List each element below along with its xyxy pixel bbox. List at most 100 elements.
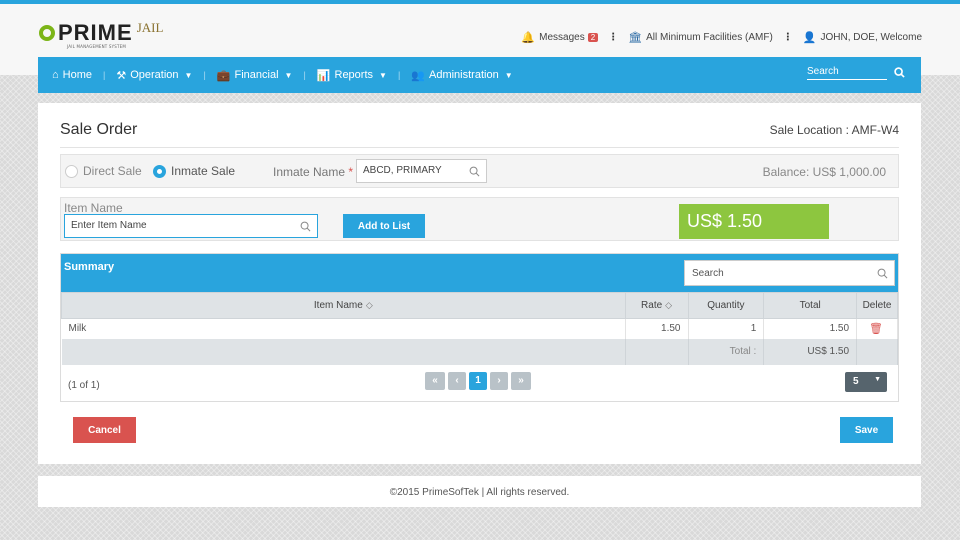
item-name-label: Item Name <box>64 201 123 215</box>
chevron-down-icon: ▼ <box>284 70 293 80</box>
home-icon: ⌂ <box>52 69 59 81</box>
nav-search-input[interactable]: Search <box>807 66 887 80</box>
add-to-list-button[interactable]: Add to List <box>343 214 425 238</box>
column-header-total: Total <box>763 292 858 319</box>
radio-direct-sale[interactable]: Direct Sale <box>65 164 142 178</box>
page-size-select[interactable]: 5 ▼ <box>845 371 887 392</box>
search-icon[interactable] <box>469 166 480 177</box>
column-header-label: Rate <box>641 300 663 311</box>
radio-button[interactable] <box>65 164 78 178</box>
summary-search-placeholder: Search <box>692 268 724 279</box>
user-welcome[interactable]: JOHN, DOE, Welcome <box>821 32 923 43</box>
summary-search-input[interactable]: Search <box>684 260 895 286</box>
menu-separator: ⋮ <box>608 32 619 43</box>
page-info: (1 of 1) <box>68 379 100 391</box>
summary-header: Summary Search <box>61 254 898 292</box>
cell-item-name: Milk <box>61 318 626 339</box>
briefcase-icon: 💼 <box>216 69 231 82</box>
sale-location: Sale Location : AMF-W4 <box>769 123 899 137</box>
total-value: US$ 1.50 <box>763 338 858 365</box>
nav-operation-label: Operation <box>130 69 179 81</box>
messages-link[interactable]: Messages <box>539 32 585 43</box>
column-header-label: Item Name <box>313 300 363 311</box>
logo-ring-icon <box>39 25 55 41</box>
logo-prime-text: PRIME <box>58 20 133 45</box>
balance-text: Balance: US$ 1,000.00 <box>762 165 886 179</box>
logo-tagline: JAIL MANAGEMENT SYSTEM <box>67 44 127 49</box>
footer: ©2015 PrimeSofTek | All rights reserved. <box>38 476 921 507</box>
sale-type-row: Direct Sale Inmate Sale Inmate Name * AB… <box>60 154 899 188</box>
nav-reports[interactable]: 📊 Reports ▼ <box>317 69 387 82</box>
bar-chart-icon: 📊 <box>316 69 331 82</box>
cell-total: 1.50 <box>763 318 858 339</box>
first-page-button[interactable]: « <box>425 371 445 390</box>
pagination-bar: (1 of 1) « ‹ 1 › » 5 ▼ <box>61 365 898 402</box>
inmate-name-input[interactable]: ABCD, PRIMARY <box>356 159 487 183</box>
save-button[interactable]: Save <box>840 417 893 443</box>
nav-home[interactable]: ⌂ Home <box>52 69 92 81</box>
cancel-button[interactable]: Cancel <box>73 417 136 443</box>
nav-administration[interactable]: 👥 Administration ▼ <box>411 69 512 82</box>
column-header-rate[interactable]: Rate ◇ <box>624 292 689 319</box>
admin-user-icon: 👥 <box>411 69 425 82</box>
inmate-name-value: ABCD, PRIMARY <box>363 165 442 176</box>
app-logo[interactable]: PRIME JAIL JAIL MANAGEMENT SYSTEM <box>39 20 163 52</box>
nav-separator: | <box>203 70 206 80</box>
nav-financial[interactable]: 💼 Financial ▼ <box>217 69 293 82</box>
total-row-blank <box>856 338 898 365</box>
table-header-row: Item Name ◇ Rate ◇ Quantity Total Delete <box>61 292 898 319</box>
summary-table: Item Name ◇ Rate ◇ Quantity Total Delete M… <box>61 292 898 365</box>
sort-icon: ◇ <box>665 300 673 310</box>
search-icon[interactable] <box>300 221 311 232</box>
summary-title: Summary <box>64 261 115 273</box>
chevron-down-icon: ▼ <box>184 70 193 80</box>
page-title: Sale Order <box>60 121 138 138</box>
page-number-button[interactable]: 1 <box>469 371 487 390</box>
sale-order-panel: Sale Order Sale Location : AMF-W4 Direct… <box>38 103 921 464</box>
next-page-button[interactable]: › <box>490 371 508 390</box>
nav-home-label: Home <box>62 69 92 81</box>
nav-separator: | <box>303 70 306 80</box>
trash-icon[interactable]: 🗑 <box>869 323 883 335</box>
page-size-value: 5 <box>853 375 859 387</box>
item-name-input[interactable]: Enter Item Name <box>64 214 318 238</box>
messages-count-badge: 2 <box>587 33 599 42</box>
last-page-button[interactable]: » <box>511 371 531 390</box>
search-icon[interactable] <box>894 67 905 78</box>
delete-row-button[interactable]: 🗑 <box>856 318 898 339</box>
item-name-placeholder: Enter Item Name <box>71 220 147 231</box>
paginator: « ‹ 1 › » <box>425 371 531 390</box>
column-header-quantity: Quantity <box>687 292 765 319</box>
bank-icon: 🏛 <box>628 32 643 44</box>
required-asterisk: * <box>348 165 354 179</box>
cell-rate: 1.50 <box>625 318 689 339</box>
menu-separator: ⋮ <box>782 32 793 43</box>
nav-operation[interactable]: ⚒ Operation ▼ <box>116 69 192 82</box>
price-display: US$ 1.50 <box>679 204 829 239</box>
bell-icon: 🔔 <box>521 32 536 44</box>
sort-icon: ◇ <box>365 300 373 310</box>
top-right-menu: 🔔 Messages 2 ⋮ 🏛 All Minimum Facilities … <box>521 31 922 44</box>
chevron-down-icon: ▼ <box>504 70 513 80</box>
radio-direct-sale-label: Direct Sale <box>83 164 142 178</box>
nav-separator: | <box>397 70 401 80</box>
title-divider <box>60 147 899 148</box>
copyright-text: ©2015 PrimeSofTek | All rights reserved. <box>389 487 570 498</box>
radio-button-selected[interactable] <box>153 164 166 178</box>
search-icon[interactable] <box>877 268 888 279</box>
inmate-name-label-text: Inmate Name <box>273 165 346 179</box>
item-entry-row: Item Name Enter Item Name Add to List US… <box>60 197 899 241</box>
nav-separator: | <box>103 70 106 80</box>
nav-reports-label: Reports <box>334 69 374 81</box>
nav-financial-label: Financial <box>234 69 279 81</box>
cell-quantity[interactable]: 1 <box>688 318 765 339</box>
main-navbar: ⌂ Home | ⚒ Operation ▼ | 💼 Financial ▼ |… <box>38 57 921 93</box>
table-row: Milk 1.50 1 1.50 🗑 <box>61 318 898 339</box>
column-header-item-name[interactable]: Item Name ◇ <box>61 292 626 319</box>
facility-selector[interactable]: All Minimum Facilities (AMF) <box>646 32 773 43</box>
user-icon: 👤 <box>802 32 817 44</box>
radio-inmate-sale[interactable]: Inmate Sale <box>153 164 235 178</box>
caret-down-icon: ▼ <box>874 375 881 383</box>
table-total-row: Total : US$ 1.50 <box>61 338 898 365</box>
prev-page-button[interactable]: ‹ <box>448 371 466 390</box>
